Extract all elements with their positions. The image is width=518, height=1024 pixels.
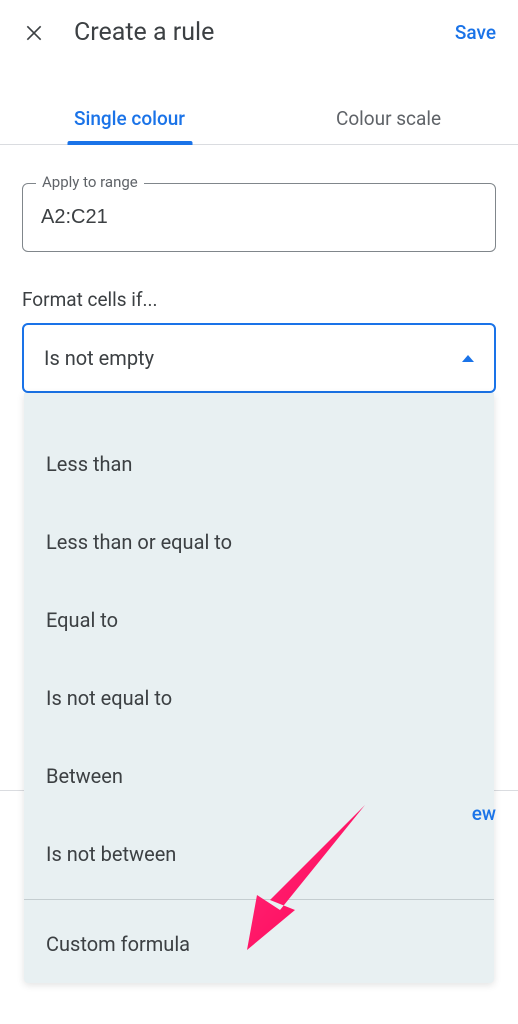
dropdown-item-between[interactable]: Between bbox=[24, 737, 494, 815]
dropdown-selected-value: Is not empty bbox=[44, 346, 154, 370]
tab-single-colour[interactable]: Single colour bbox=[0, 93, 259, 144]
dropdown-menu: Less than Less than or equal to Equal to… bbox=[24, 393, 494, 983]
content: Apply to range Format cells if... Is not… bbox=[0, 145, 518, 983]
close-icon[interactable] bbox=[22, 21, 46, 45]
tab-colour-scale[interactable]: Colour scale bbox=[259, 93, 518, 144]
header-left: Create a rule bbox=[22, 18, 214, 47]
range-input[interactable] bbox=[22, 183, 496, 252]
chevron-up-icon bbox=[462, 355, 474, 362]
page-title: Create a rule bbox=[74, 18, 214, 47]
dropdown-item-not-equal-to[interactable]: Is not equal to bbox=[24, 659, 494, 737]
range-label: Apply to range bbox=[36, 173, 144, 191]
dropdown-item-less-than-or-equal[interactable]: Less than or equal to bbox=[24, 503, 494, 581]
dropdown-item-custom-formula[interactable]: Custom formula bbox=[24, 899, 494, 983]
dropdown-item-equal-to[interactable]: Equal to bbox=[24, 581, 494, 659]
hidden-link-fragment: ew bbox=[472, 802, 496, 825]
format-cells-label: Format cells if... bbox=[22, 288, 496, 311]
range-input-group: Apply to range bbox=[22, 183, 496, 252]
save-button[interactable]: Save bbox=[455, 21, 496, 44]
dropdown-item-less-than[interactable]: Less than bbox=[24, 425, 494, 503]
format-condition-dropdown[interactable]: Is not empty bbox=[22, 323, 496, 393]
tabs: Single colour Colour scale bbox=[0, 93, 518, 145]
dropdown-item-not-between[interactable]: Is not between bbox=[24, 815, 494, 893]
header: Create a rule Save bbox=[0, 0, 518, 65]
